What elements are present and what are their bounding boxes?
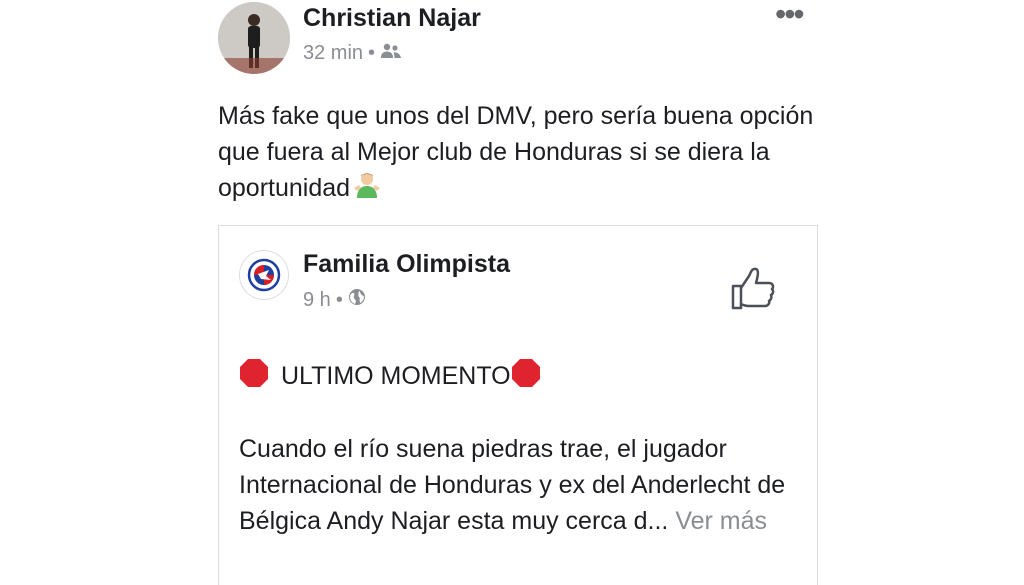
post-text: Más fake que unos del DMV, pero sería bu… xyxy=(218,98,818,210)
meta-separator: • xyxy=(368,42,376,64)
meta-separator: • xyxy=(335,288,343,311)
person-shrugging-icon xyxy=(352,170,382,210)
author-name[interactable]: Christian Najar xyxy=(303,4,481,33)
see-more-link[interactable]: Ver más xyxy=(675,507,767,535)
page-logo[interactable] xyxy=(239,250,289,300)
shared-page-name[interactable]: Familia Olimpista xyxy=(303,250,510,279)
headline-text: ULTIMO MOMENTO xyxy=(281,362,511,390)
shared-headline: ULTIMO MOMENTO xyxy=(239,358,541,395)
post-body: Más fake que unos del DMV, pero sería bu… xyxy=(218,102,814,202)
friends-icon[interactable] xyxy=(380,42,402,65)
shared-body: Cuando el río suena piedras trae, el jug… xyxy=(239,431,809,539)
thumbs-up-icon[interactable] xyxy=(729,266,777,317)
stop-sign-icon xyxy=(511,358,541,395)
more-options-icon[interactable]: ••• xyxy=(775,0,805,30)
post-time[interactable]: 32 min xyxy=(303,42,363,65)
shared-meta: 9 h • xyxy=(303,288,366,312)
shared-time[interactable]: 9 h xyxy=(303,289,331,312)
stop-sign-icon xyxy=(239,358,269,395)
globe-icon[interactable] xyxy=(348,288,366,312)
avatar[interactable] xyxy=(218,2,290,74)
shared-post-card[interactable]: Familia Olimpista 9 h • ULTIMO MOMENTO C… xyxy=(218,225,818,585)
post-meta: 32 min • xyxy=(303,42,402,65)
